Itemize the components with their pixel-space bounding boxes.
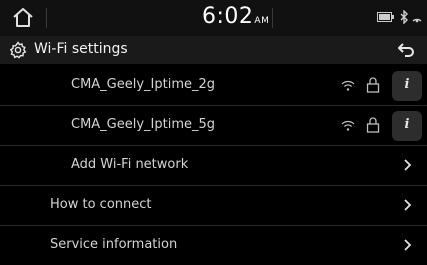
chevron-right-icon xyxy=(404,239,412,251)
menu-item-label: Service information xyxy=(50,237,178,252)
status-icons xyxy=(377,10,427,25)
info-button[interactable]: i xyxy=(392,71,422,101)
wifi-icon xyxy=(341,80,355,91)
home-icon[interactable] xyxy=(9,4,37,32)
menu-item-how-to-connect[interactable]: How to connect xyxy=(0,186,427,226)
clock: 6:02AM xyxy=(202,4,269,29)
header: Wi-Fi settings xyxy=(0,36,427,64)
page-title: Wi-Fi settings xyxy=(34,41,128,57)
wifi-network-row[interactable]: CMA_Geely_Iptime_2g i xyxy=(0,66,427,106)
menu-item-service-information[interactable]: Service information xyxy=(0,226,427,265)
lock-icon xyxy=(366,77,380,93)
wifi-network-row[interactable]: CMA_Geely_Iptime_5g i xyxy=(0,106,427,146)
status-bar: 6:02AM xyxy=(0,0,427,36)
gear-icon xyxy=(9,41,27,59)
signal-icon xyxy=(412,18,422,23)
clock-ampm: AM xyxy=(254,16,270,26)
status-divider xyxy=(272,8,273,28)
network-name: CMA_Geely_Iptime_5g xyxy=(71,117,216,132)
add-wifi-network-row[interactable]: Add Wi-Fi network xyxy=(0,146,427,186)
wifi-icon xyxy=(341,120,355,131)
back-arrow-icon[interactable] xyxy=(395,40,417,60)
lock-icon xyxy=(366,117,380,133)
chevron-right-icon xyxy=(404,159,412,171)
menu-item-label: How to connect xyxy=(50,197,152,212)
chevron-right-icon xyxy=(404,199,412,211)
bluetooth-icon xyxy=(400,10,408,24)
network-name: CMA_Geely_Iptime_2g xyxy=(71,77,216,92)
battery-icon xyxy=(377,12,394,22)
info-button[interactable]: i xyxy=(392,111,422,141)
clock-time: 6:02 xyxy=(202,4,254,29)
info-icon: i xyxy=(404,117,410,132)
info-icon: i xyxy=(404,77,410,92)
status-divider xyxy=(46,8,47,28)
add-network-label: Add Wi-Fi network xyxy=(71,157,189,172)
